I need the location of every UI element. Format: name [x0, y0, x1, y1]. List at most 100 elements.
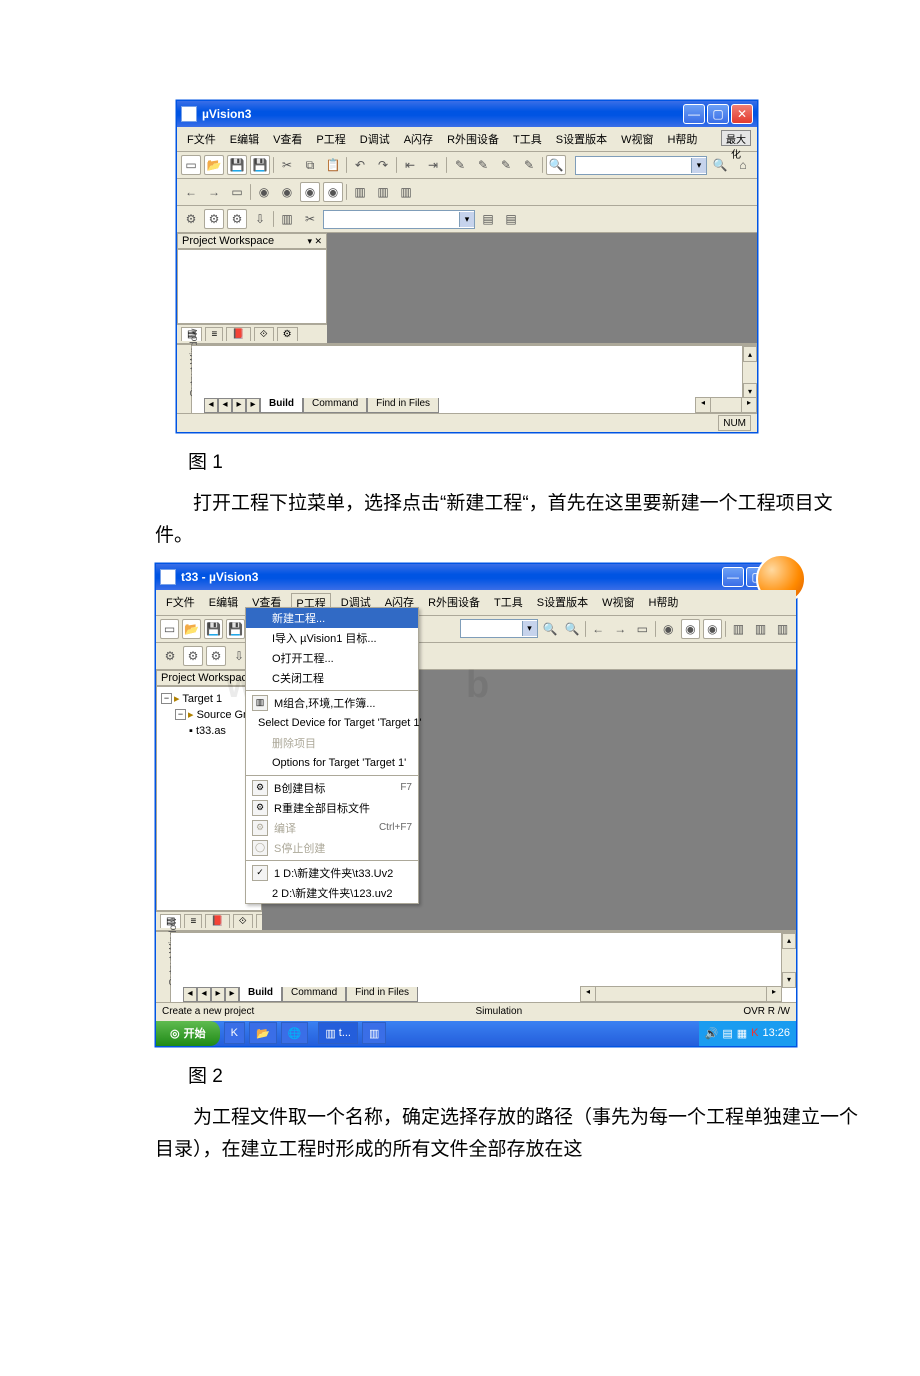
- tb-icon[interactable]: ▥: [277, 209, 297, 229]
- menu-open-project[interactable]: O打开工程...: [246, 648, 418, 668]
- target-combo[interactable]: ▾: [323, 210, 475, 229]
- peripheral-icon[interactable]: ▤: [478, 209, 498, 229]
- menu-tools[interactable]: T工具: [509, 130, 546, 148]
- toolbar-3[interactable]: ⚙ ⚙ ⚙ ⇩ ▥ ✂ ▾ ▤ ▤: [177, 206, 757, 233]
- chevron-down-icon[interactable]: ▾: [691, 158, 706, 173]
- tb-icon[interactable]: ▥: [729, 619, 748, 639]
- save-all-icon[interactable]: 💾: [226, 619, 245, 639]
- menu-help[interactable]: H帮助: [663, 130, 701, 148]
- taskbar[interactable]: ◎开始 K 📂 🌐 ▥ t... ▥ 🔊 ▤ ▦ K 13:26: [156, 1021, 796, 1046]
- task-item[interactable]: ▥: [362, 1022, 386, 1044]
- nav-icon[interactable]: ▭: [633, 619, 652, 639]
- tray-icon[interactable]: 🔊: [705, 1027, 719, 1040]
- output-tab-label[interactable]: Output Window: [177, 345, 192, 413]
- menu-svcs[interactable]: S设置版本: [552, 130, 611, 148]
- menu-build-target[interactable]: ⚙B创建目标F7: [246, 778, 418, 798]
- minimize-button[interactable]: —: [722, 567, 744, 587]
- output-scroll-h[interactable]: ◂▸: [580, 986, 782, 1002]
- breakpoint2-icon[interactable]: ◉: [703, 619, 722, 639]
- output-scroll-h[interactable]: ◂▸: [695, 397, 757, 413]
- tb-icon[interactable]: ▥: [373, 182, 393, 202]
- find-icon[interactable]: 🔍: [546, 155, 566, 175]
- paste-icon[interactable]: 📋: [323, 155, 343, 175]
- debug-stop-icon[interactable]: ◉: [277, 182, 297, 202]
- menu-import[interactable]: I导入 µVision1 目标...: [246, 628, 418, 648]
- toolbar-2[interactable]: ← → ▭ ◉ ◉ ◉ ◉ ▥ ▥ ▥: [177, 179, 757, 206]
- minimize-button[interactable]: —: [683, 104, 705, 124]
- new-file-icon[interactable]: ▭: [160, 619, 179, 639]
- menu-components[interactable]: ▥M组合,环境,工作簿...: [246, 693, 418, 713]
- tray-icon[interactable]: ▦: [737, 1027, 747, 1040]
- output-tabs[interactable]: ◂◂▸▸ Build Command Find in Files: [204, 398, 439, 413]
- bookmark-icon[interactable]: ✎: [450, 155, 470, 175]
- menu-edit[interactable]: E编辑: [226, 130, 263, 148]
- breakpoint-icon[interactable]: ◉: [300, 182, 320, 202]
- menu-view[interactable]: V查看: [269, 130, 306, 148]
- titlebar[interactable]: t33 - µVision3 — ▢ ✕: [156, 564, 796, 590]
- menu-tools[interactable]: T工具: [490, 593, 527, 612]
- task-item[interactable]: 🌐: [281, 1022, 309, 1044]
- out-tab-find[interactable]: Find in Files: [346, 987, 418, 1002]
- menu-svcs[interactable]: S设置版本: [533, 593, 592, 612]
- arrow-left-icon[interactable]: ←: [181, 182, 201, 202]
- output-scroll-v[interactable]: ▴▾: [742, 346, 757, 399]
- titlebar[interactable]: µVision3 — ▢ ✕: [177, 101, 757, 127]
- option-icon[interactable]: ⚙: [206, 646, 226, 666]
- menu-rebuild-all[interactable]: ⚙R重建全部目标文件: [246, 798, 418, 818]
- pw-tab[interactable]: 📕: [226, 327, 250, 341]
- indent-right-icon[interactable]: ⇥: [423, 155, 443, 175]
- start-button[interactable]: ◎开始: [156, 1021, 220, 1046]
- tb-icon[interactable]: ✂: [300, 209, 320, 229]
- save-icon[interactable]: 💾: [204, 619, 223, 639]
- project-workspace-title[interactable]: Project Workspace▾ ✕: [177, 233, 327, 249]
- bookmark-clear-icon[interactable]: ✎: [519, 155, 539, 175]
- redo-icon[interactable]: ↷: [373, 155, 393, 175]
- menu-edit[interactable]: E编辑: [205, 593, 242, 612]
- task-item-active[interactable]: ▥ t...: [318, 1022, 358, 1044]
- tree-file[interactable]: ▪ t33.as: [161, 723, 257, 739]
- system-tray[interactable]: 🔊 ▤ ▦ K 13:26: [699, 1021, 796, 1046]
- task-item[interactable]: 📂: [249, 1022, 277, 1044]
- save-all-icon[interactable]: 💾: [250, 155, 270, 175]
- arrow-right-icon[interactable]: →: [611, 619, 630, 639]
- find-icon[interactable]: 🔍: [541, 619, 560, 639]
- menu-options[interactable]: Options for Target 'Target 1': [246, 753, 418, 773]
- find-in-files-icon[interactable]: 🔍: [710, 155, 730, 175]
- menu-bar[interactable]: F文件 E编辑 V查看 P工程 D调试 A闪存 R外围设备 T工具 S设置版本 …: [177, 127, 757, 152]
- out-tab-command[interactable]: Command: [282, 987, 346, 1002]
- menu-recent-2[interactable]: 2 D:\新建文件夹\123.uv2: [246, 883, 418, 903]
- out-tab-command[interactable]: Command: [303, 398, 367, 413]
- pw-tab[interactable]: ≡: [184, 914, 202, 928]
- tree-group[interactable]: −▸ Source Gro: [161, 707, 257, 723]
- arrow-left-icon[interactable]: ←: [589, 619, 608, 639]
- copy-icon[interactable]: ⧉: [300, 155, 320, 175]
- menu-help[interactable]: H帮助: [644, 593, 682, 612]
- pw-tab[interactable]: ⟐: [233, 914, 253, 928]
- menu-window[interactable]: W视窗: [598, 593, 638, 612]
- undo-icon[interactable]: ↶: [350, 155, 370, 175]
- tray-icon[interactable]: K: [751, 1027, 758, 1039]
- build-icon[interactable]: ⚙: [181, 209, 201, 229]
- menu-file[interactable]: F文件: [183, 130, 220, 148]
- close-button[interactable]: ✕: [731, 104, 753, 124]
- maximize-button[interactable]: ▢: [707, 104, 729, 124]
- nav-icon[interactable]: ▭: [227, 182, 247, 202]
- peripheral-icon[interactable]: ▤: [501, 209, 521, 229]
- breakpoint-icon[interactable]: ◉: [681, 619, 700, 639]
- find-combo[interactable]: ▾: [575, 156, 707, 175]
- rebuild-icon[interactable]: ⚙: [204, 209, 224, 229]
- open-file-icon[interactable]: 📂: [204, 155, 224, 175]
- debug-icon[interactable]: ◉: [659, 619, 678, 639]
- pw-tab[interactable]: ≡: [205, 327, 223, 341]
- toolbar-1[interactable]: ▭ 📂 💾 💾 ✂ ⧉ 📋 ↶ ↷ ⇤ ⇥ ✎ ✎ ✎ ✎ 🔍 ▾ 🔍 ⌂: [177, 152, 757, 179]
- out-tab-build[interactable]: Build: [260, 398, 303, 413]
- out-tab-find[interactable]: Find in Files: [367, 398, 439, 413]
- menu-window[interactable]: W视窗: [617, 130, 657, 148]
- menu-bar[interactable]: F文件 E编辑 V查看 P工程 D调试 A闪存 R外围设备 T工具 S设置版本 …: [156, 590, 796, 616]
- tb-icon[interactable]: ▥: [751, 619, 770, 639]
- breakpoint2-icon[interactable]: ◉: [323, 182, 343, 202]
- pw-tab[interactable]: ⚙: [277, 327, 298, 341]
- debug-start-icon[interactable]: ◉: [254, 182, 274, 202]
- output-scroll-v[interactable]: ▴▾: [781, 933, 796, 988]
- menu-debug[interactable]: D调试: [356, 130, 394, 148]
